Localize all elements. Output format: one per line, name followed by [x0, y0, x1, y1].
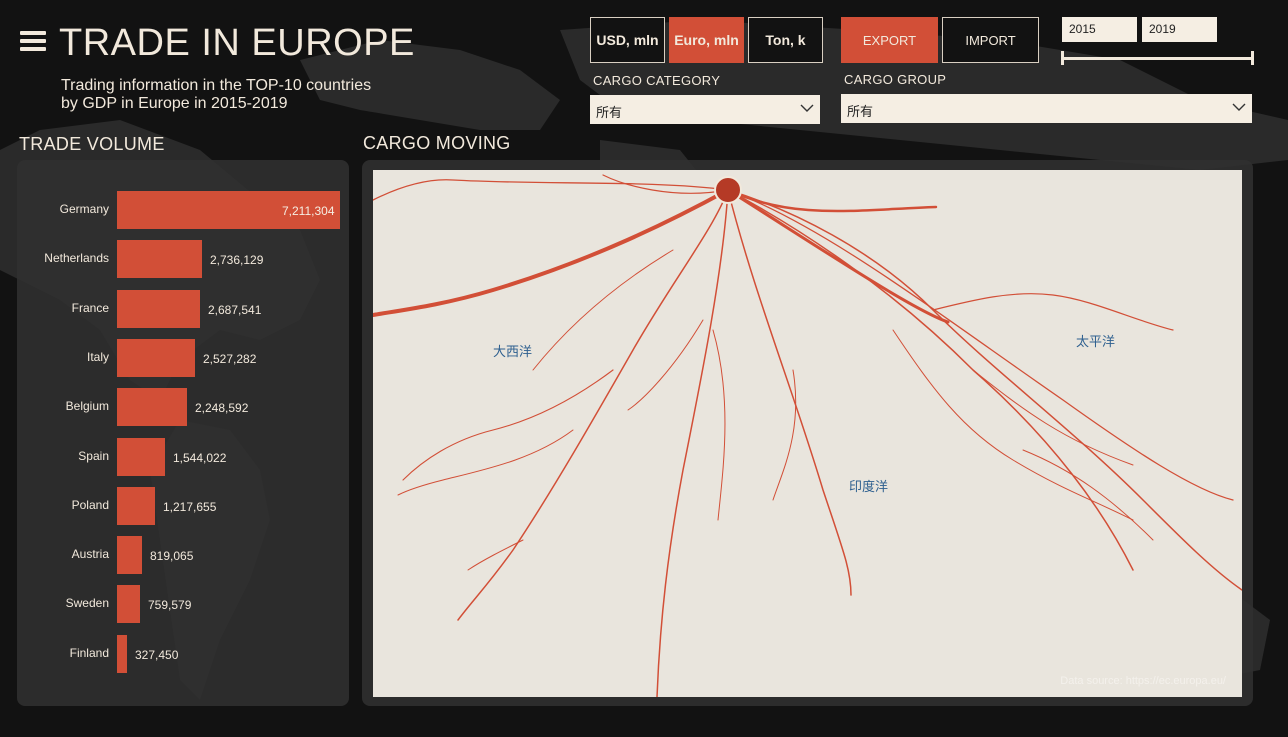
- trade-volume-title: TRADE VOLUME: [19, 134, 165, 154]
- bar[interactable]: [117, 338, 195, 377]
- bar-row[interactable]: Spain 1,544,022: [17, 437, 347, 476]
- ocean-label-indian: 印度洋: [849, 479, 889, 494]
- year-start-input[interactable]: 2015: [1062, 17, 1137, 42]
- cargo-group-label: CARGO GROUP: [844, 72, 947, 87]
- bar-label: Poland: [71, 497, 109, 512]
- cargo-group-value: 所有: [847, 104, 874, 119]
- bar[interactable]: [117, 536, 142, 575]
- cargo-map[interactable]: 大西洋 太平洋 印度洋 Data source: https://ec.euro…: [373, 170, 1242, 697]
- chevron-down-icon: [1232, 103, 1246, 111]
- bar-label: Belgium: [65, 399, 109, 414]
- bar[interactable]: [117, 585, 140, 624]
- bar-row[interactable]: Netherlands 2,736,129: [17, 240, 347, 279]
- bar-label: Spain: [78, 448, 109, 463]
- cargo-flow-lines: [373, 174, 1242, 697]
- bar-row[interactable]: Poland 1,217,655: [17, 486, 347, 525]
- bar[interactable]: [117, 388, 187, 427]
- unit-usd-button[interactable]: USD, mln: [590, 17, 665, 63]
- bar[interactable]: [117, 486, 155, 525]
- origin-marker[interactable]: [714, 176, 742, 204]
- bar-label: Sweden: [65, 596, 109, 611]
- ocean-label-atlantic: 大西洋: [493, 344, 533, 359]
- menu-icon[interactable]: [20, 31, 46, 53]
- bar-value-label: 2,248,592: [195, 401, 249, 416]
- bar-value-label: 759,579: [148, 598, 192, 613]
- bar[interactable]: [117, 289, 200, 328]
- app-subtitle: Trading information in the TOP-10 countr…: [61, 77, 371, 113]
- bar-row[interactable]: Sweden 759,579: [17, 585, 347, 624]
- year-slider-start-handle[interactable]: [1061, 51, 1064, 65]
- bar-label: Finland: [69, 645, 109, 660]
- cargo-moving-title: CARGO MOVING: [363, 133, 511, 153]
- bar-row[interactable]: Belgium 2,248,592: [17, 388, 347, 427]
- year-slider-track[interactable]: [1062, 57, 1254, 60]
- bar-value-label: 2,687,541: [208, 302, 262, 317]
- bar-label: Netherlands: [44, 251, 109, 266]
- unit-ton-button[interactable]: Ton, k: [748, 17, 823, 63]
- bar-value-label: 327,450: [135, 647, 179, 662]
- bar[interactable]: [117, 240, 202, 279]
- data-source-note: Data source: https://ec.europa.eu/: [1060, 675, 1226, 687]
- trade-volume-panel: Germany 7,211,304 Netherlands 2,736,129 Fran…: [17, 160, 349, 706]
- subtitle-line-2: by GDP in Europe in 2015-2019: [61, 95, 288, 112]
- bar-row[interactable]: Austria 819,065: [17, 536, 347, 575]
- year-end-input[interactable]: 2019: [1142, 17, 1217, 42]
- cargo-category-value: 所有: [596, 105, 623, 120]
- year-slider-end-handle[interactable]: [1251, 51, 1254, 65]
- cargo-group-dropdown[interactable]: 所有: [841, 94, 1252, 123]
- chevron-down-icon: [800, 104, 814, 112]
- unit-euro-button[interactable]: Euro, mln: [669, 17, 744, 63]
- bar-value-label: 819,065: [150, 549, 194, 564]
- bar-row[interactable]: France 2,687,541: [17, 289, 347, 328]
- import-button[interactable]: IMPORT: [942, 17, 1039, 63]
- subtitle-line-1: Trading information in the TOP-10 countr…: [61, 77, 372, 94]
- bar-value-label: 1,217,655: [163, 499, 217, 514]
- bar-row[interactable]: Finland 327,450: [17, 634, 347, 673]
- bar-value-label: 1,544,022: [173, 450, 227, 465]
- cargo-category-dropdown[interactable]: 所有: [590, 95, 820, 124]
- bar-label: France: [71, 300, 109, 315]
- app-title: TRADE IN EUROPE: [59, 22, 415, 64]
- bar-label: Italy: [86, 349, 109, 364]
- bar-label: Germany: [59, 202, 109, 216]
- bar-label: Austria: [71, 547, 109, 562]
- cargo-category-label: CARGO CATEGORY: [593, 73, 721, 88]
- ocean-label-pacific: 太平洋: [1076, 334, 1116, 349]
- bar[interactable]: [117, 634, 127, 673]
- bar-row[interactable]: Italy 2,527,282: [17, 338, 347, 377]
- bar-value-label: 2,736,129: [210, 253, 264, 268]
- bar[interactable]: [117, 437, 165, 476]
- bar-value-label: 7,211,304: [282, 204, 335, 218]
- bar-value-label: 2,527,282: [203, 351, 257, 366]
- bar-row[interactable]: Germany 7,211,304: [17, 191, 347, 229]
- export-button[interactable]: EXPORT: [841, 17, 938, 63]
